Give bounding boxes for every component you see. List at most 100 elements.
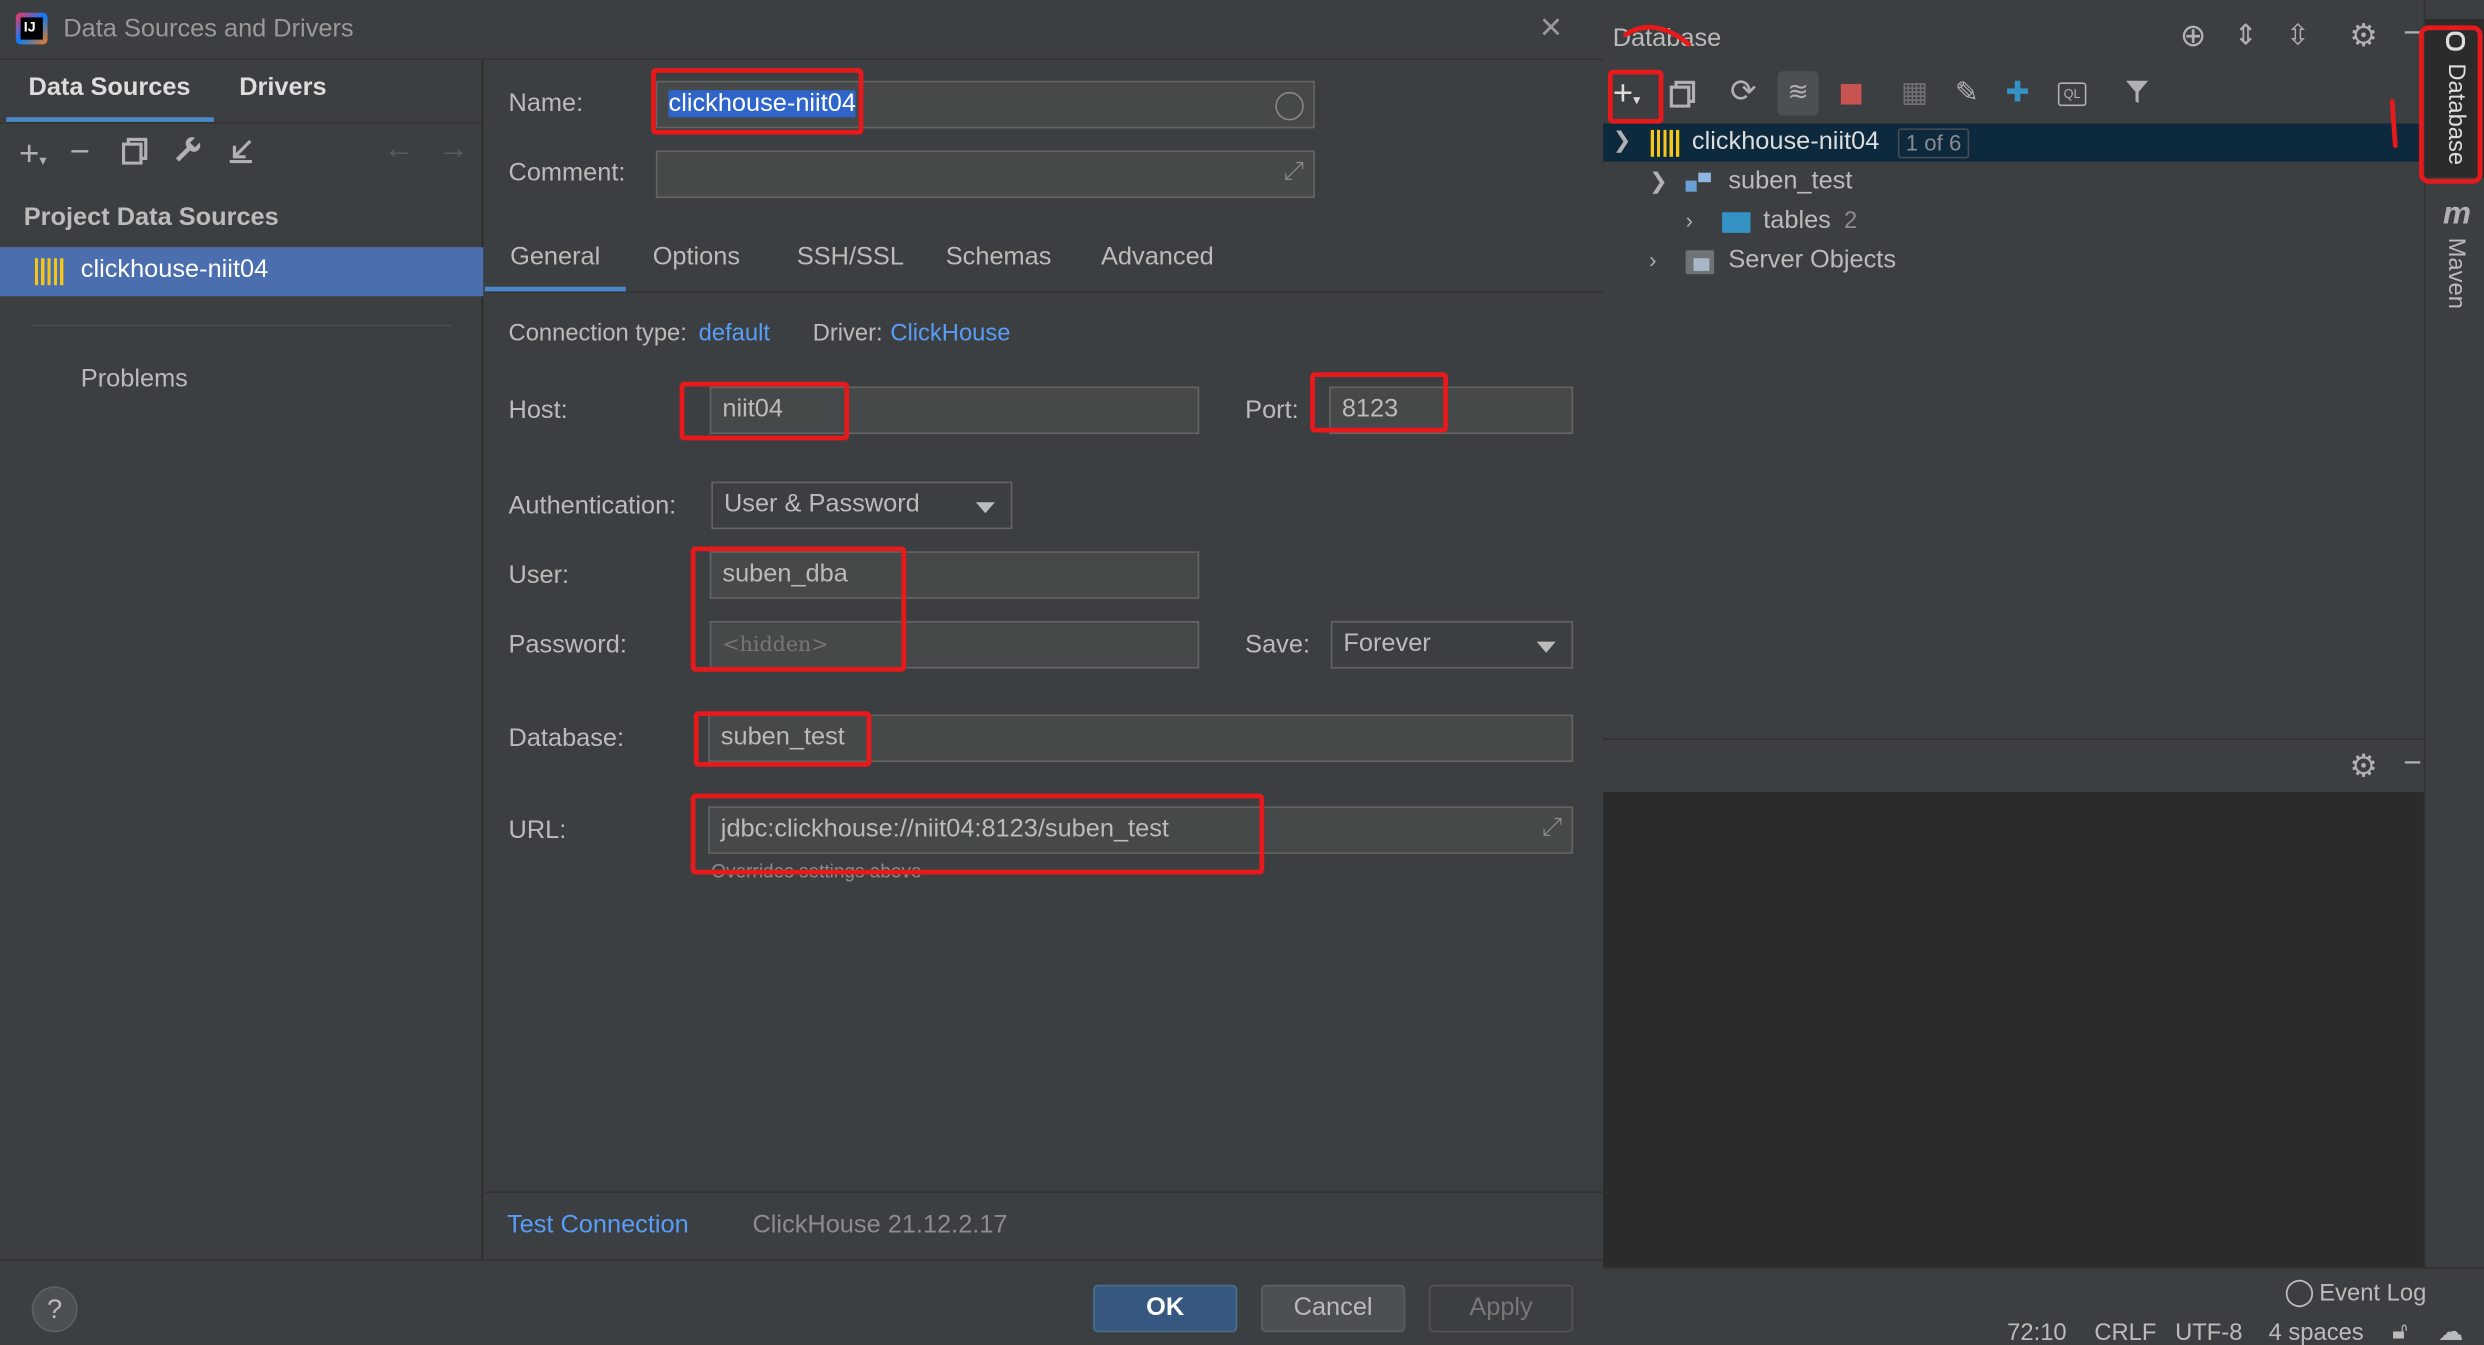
table-icon[interactable]: ▦ — [1901, 78, 1928, 107]
tab-general[interactable]: General — [510, 244, 600, 273]
url-input[interactable]: jdbc:clickhouse://niit04:8123/suben_test… — [708, 806, 1574, 854]
dialog-footer: ? OK Cancel Apply — [0, 1259, 1604, 1345]
driver-link[interactable]: ClickHouse — [890, 320, 1010, 347]
port-label: Port: — [1245, 397, 1299, 425]
apply-button[interactable]: Apply — [1428, 1284, 1574, 1333]
clickhouse-icon — [34, 258, 64, 286]
filter-icon[interactable] — [2123, 78, 2152, 111]
tab-data-sources[interactable]: Data Sources — [29, 74, 191, 103]
stop-icon[interactable] — [1840, 83, 1862, 105]
name-value: clickhouse-niit04 — [668, 90, 856, 118]
minimize-icon[interactable]: − — [2403, 17, 2422, 49]
indent-setting[interactable]: 4 spaces — [2269, 1320, 2364, 1345]
divider — [484, 291, 1604, 294]
password-placeholder: <hidden> — [722, 633, 829, 658]
tree-row-root[interactable]: ❯ clickhouse-niit04 1 of 6 — [1603, 123, 2424, 162]
problems-item[interactable]: Problems — [81, 366, 188, 395]
event-log-label[interactable]: Event Log — [2319, 1280, 2426, 1307]
db-tree: ❯ clickhouse-niit04 1 of 6 ❯ suben_test … — [1603, 123, 2424, 739]
file-encoding[interactable]: UTF-8 — [2175, 1320, 2242, 1345]
add-icon[interactable]: +▾ — [19, 135, 47, 171]
connection-type-label: Connection type: — [508, 320, 687, 347]
left-pane: Data Sources Drivers +▾ − ← → Project Da… — [0, 60, 484, 1260]
url-hint: Overrides settings above — [711, 860, 922, 883]
lock-icon[interactable]: 🔓︎ — [2392, 1318, 2407, 1345]
jump-icon[interactable]: ✚ — [2006, 78, 2030, 107]
chevron-right-icon[interactable]: › — [1686, 208, 1693, 233]
event-log-icon[interactable]: ◯ — [2284, 1277, 2314, 1309]
tree-root-label: clickhouse-niit04 — [1691, 128, 1880, 156]
collapse-all-icon[interactable]: ⇳ — [2286, 21, 2310, 50]
tree-tables-count: 2 — [1844, 207, 1858, 235]
connection-type-link[interactable]: default — [699, 320, 770, 347]
save-value: Forever — [1343, 630, 1431, 658]
chevron-down-icon[interactable]: ❯ — [1613, 127, 1632, 154]
tab-options[interactable]: Options — [653, 244, 740, 273]
url-value: jdbc:clickhouse://niit04:8123/suben_test — [720, 815, 1169, 843]
tree-row-schema[interactable]: ❯ suben_test — [1603, 163, 2424, 201]
import-icon[interactable] — [227, 136, 256, 169]
close-icon[interactable]: × — [1540, 6, 1562, 50]
password-label: Password: — [508, 632, 627, 660]
database-input[interactable]: suben_test — [708, 714, 1574, 763]
tree-row-tables[interactable]: › tables 2 — [1603, 203, 2424, 241]
host-input[interactable]: niit04 — [709, 386, 1200, 435]
help-button[interactable]: ? — [31, 1286, 78, 1333]
authentication-label: Authentication: — [508, 492, 677, 520]
locate-icon[interactable]: ⊕ — [2180, 21, 2207, 53]
expand-icon[interactable]: ⤢ — [1542, 814, 1562, 843]
refresh-icon[interactable]: ⟳ — [1730, 76, 1757, 108]
driver-label: Driver: — [812, 320, 883, 347]
schema-icon[interactable]: ≋ — [1777, 71, 1819, 116]
color-circle-icon[interactable] — [1275, 91, 1304, 121]
tab-schemas[interactable]: Schemas — [946, 244, 1052, 273]
duplicate-icon[interactable] — [1668, 79, 1697, 112]
line-separator[interactable]: CRLF — [2094, 1320, 2156, 1345]
user-input[interactable]: suben_dba — [709, 551, 1200, 599]
port-input[interactable]: 8123 — [1329, 386, 1574, 435]
minimize-icon[interactable]: − — [2403, 748, 2422, 780]
test-connection-link[interactable]: Test Connection — [507, 1212, 689, 1241]
divider — [484, 1191, 1604, 1193]
help-icon: ? — [47, 1294, 63, 1325]
duplicate-icon[interactable] — [120, 136, 149, 169]
database-stack-icon — [2446, 31, 2466, 51]
back-arrow-icon[interactable]: ← — [383, 133, 415, 165]
data-source-label: clickhouse-niit04 — [80, 256, 269, 284]
edit-icon[interactable]: ✎ — [1955, 78, 1979, 107]
chevron-right-icon[interactable]: › — [1649, 247, 1656, 272]
data-source-item[interactable]: clickhouse-niit04 — [0, 247, 484, 297]
add-icon[interactable]: +▾ — [1613, 75, 1641, 111]
tab-ssh-ssl[interactable]: SSH/SSL — [797, 244, 904, 273]
wrench-icon[interactable] — [174, 136, 203, 169]
authentication-value: User & Password — [723, 491, 920, 519]
expand-all-icon[interactable]: ⇕ — [2234, 21, 2258, 50]
save-label: Save: — [1245, 632, 1311, 660]
gear-icon[interactable]: ⚙ — [2349, 21, 2377, 53]
tab-advanced[interactable]: Advanced — [1101, 244, 1214, 273]
annotation-scribble — [2389, 99, 2398, 149]
name-input[interactable]: clickhouse-niit04 — [655, 80, 1315, 129]
remove-icon[interactable]: − — [70, 134, 90, 170]
database-tool-tab[interactable]: Database — [2425, 19, 2484, 178]
expand-icon[interactable]: ⤢ — [1283, 158, 1303, 187]
badge-text: 1 of 6 — [1905, 129, 1962, 156]
maven-icon: m — [2442, 196, 2472, 232]
tree-row-server-objects[interactable]: › Server Objects — [1603, 242, 2424, 280]
chevron-down-icon[interactable]: ❯ — [1649, 168, 1668, 195]
cancel-button[interactable]: Cancel — [1261, 1284, 1406, 1333]
comment-input[interactable]: ⤢ — [655, 150, 1315, 199]
caret-position[interactable]: 72:10 — [2007, 1320, 2066, 1345]
port-value: 8123 — [1341, 396, 1399, 423]
clickhouse-icon — [1650, 129, 1680, 157]
query-console-icon[interactable]: QL — [2057, 82, 2087, 107]
forward-arrow-icon[interactable]: → — [437, 133, 469, 165]
tab-drivers[interactable]: Drivers — [239, 74, 326, 103]
gear-icon[interactable]: ⚙ — [2349, 751, 2377, 783]
notifications-icon[interactable]: ☁ — [2438, 1316, 2463, 1345]
ok-button[interactable]: OK — [1093, 1284, 1238, 1333]
save-dropdown[interactable]: Forever — [1330, 621, 1574, 669]
password-input[interactable]: <hidden> — [709, 621, 1200, 669]
maven-tab-label[interactable]: Maven — [2443, 238, 2470, 309]
authentication-dropdown[interactable]: User & Password — [711, 481, 1013, 530]
